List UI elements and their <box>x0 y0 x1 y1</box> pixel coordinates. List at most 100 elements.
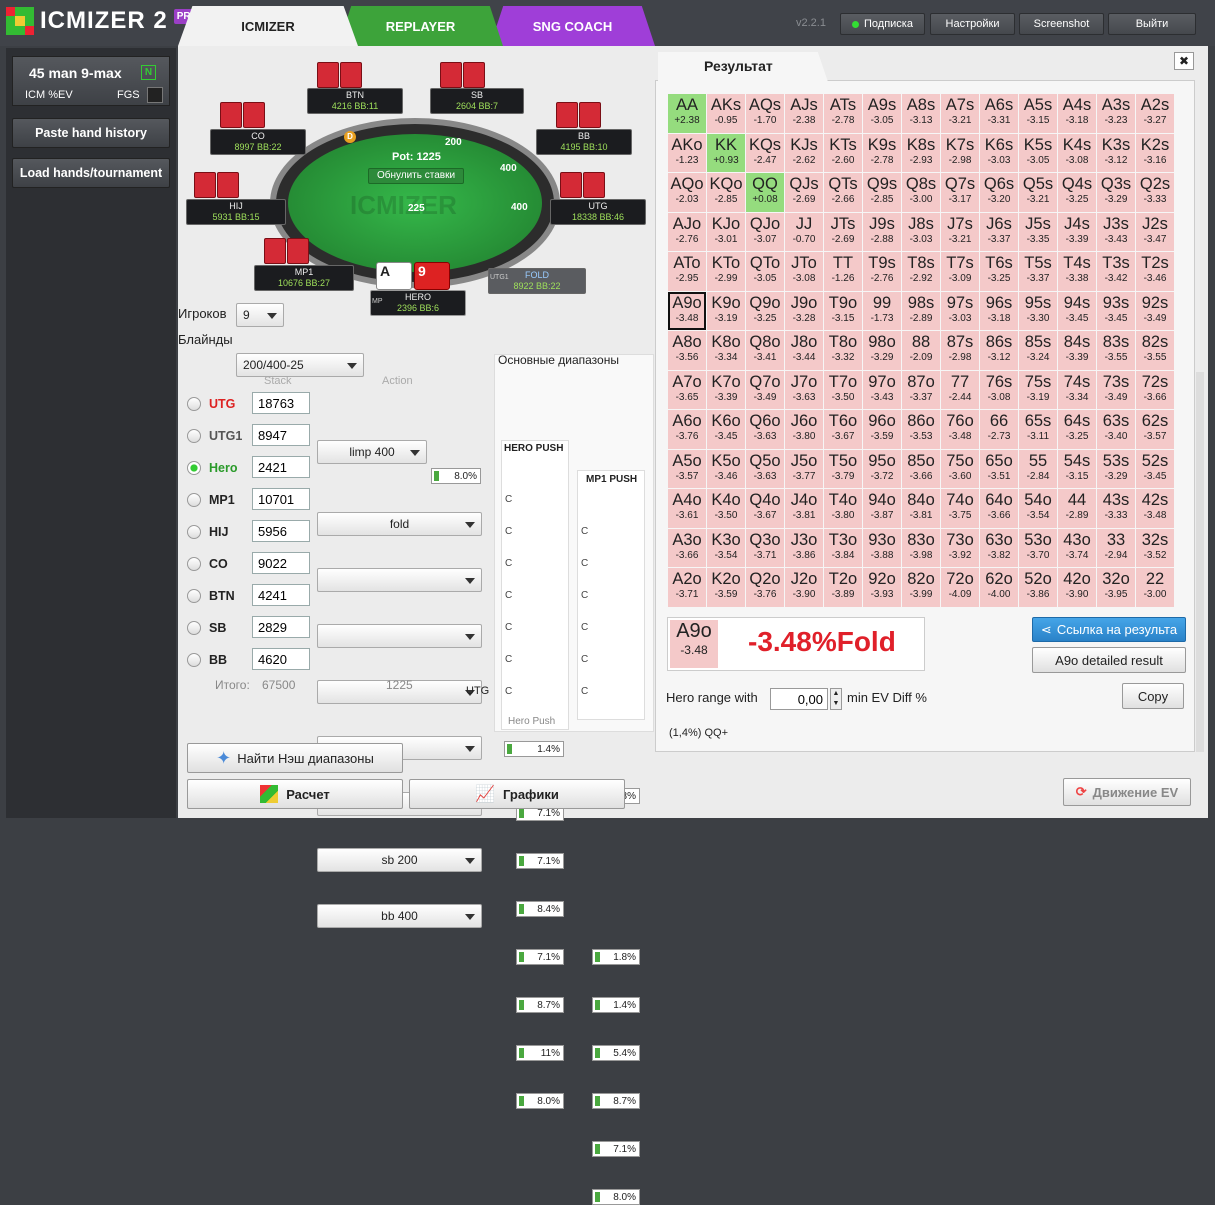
hero-push-range[interactable]: 1.4% <box>504 741 564 757</box>
copy-button[interactable]: Copy <box>1122 683 1184 709</box>
range-cell[interactable]: 73o -3.92 <box>941 528 979 567</box>
range-cell[interactable]: K8o -3.34 <box>707 331 745 370</box>
range-cell[interactable]: J2s -3.47 <box>1136 212 1174 251</box>
screenshot-button[interactable]: Screenshot <box>1019 13 1104 35</box>
range-cell[interactable]: 66 -2.73 <box>980 410 1018 449</box>
range-cell[interactable]: J7o -3.63 <box>785 370 823 409</box>
range-cell[interactable]: A4o -3.61 <box>668 489 706 528</box>
range-cell[interactable]: T3o -3.84 <box>824 528 862 567</box>
seat-utg1-folded[interactable]: FOLD 8922 BB:22 <box>488 268 586 294</box>
range-cell[interactable]: T7s -3.09 <box>941 252 979 291</box>
range-cell[interactable]: 53o -3.70 <box>1019 528 1057 567</box>
result-scrollbar[interactable] <box>1196 372 1204 752</box>
range-cell[interactable]: T5s -3.37 <box>1019 252 1057 291</box>
player-stack-input[interactable] <box>252 552 310 574</box>
subscription-button[interactable]: Подписка <box>840 13 925 35</box>
tournament-selector[interactable]: 45 man 9-max N ICM %EV FGS <box>12 56 170 106</box>
paste-hand-history-button[interactable]: Paste hand history <box>12 118 170 148</box>
range-cell[interactable]: Q8s -3.00 <box>902 173 940 212</box>
range-cell[interactable]: KQs -2.47 <box>746 133 784 172</box>
range-cell[interactable]: KJs -2.62 <box>785 133 823 172</box>
ev-movement-button[interactable]: ⟳ Движение EV <box>1063 778 1191 806</box>
player-radio[interactable] <box>187 557 201 571</box>
range-cell[interactable]: 84o -3.81 <box>902 489 940 528</box>
range-cell[interactable]: 42s -3.48 <box>1136 489 1174 528</box>
range-cell[interactable]: A8o -3.56 <box>668 331 706 370</box>
range-cell[interactable]: T8o -3.32 <box>824 331 862 370</box>
range-cell[interactable]: K9s -2.78 <box>863 133 901 172</box>
range-cell[interactable]: T2s -3.46 <box>1136 252 1174 291</box>
range-cell[interactable]: QQ +0.08 <box>746 173 784 212</box>
range-cell[interactable]: A4s -3.18 <box>1058 94 1096 133</box>
player-stack-input[interactable] <box>252 392 310 414</box>
range-cell[interactable]: J4o -3.81 <box>785 489 823 528</box>
range-cell[interactable]: T3s -3.42 <box>1097 252 1135 291</box>
range-cell[interactable]: J3s -3.43 <box>1097 212 1135 251</box>
range-cell[interactable]: 76s -3.08 <box>980 370 1018 409</box>
range-cell[interactable]: JJ -0.70 <box>785 212 823 251</box>
range-cell[interactable]: T5o -3.79 <box>824 449 862 488</box>
range-cell[interactable]: 82s -3.55 <box>1136 331 1174 370</box>
range-cell[interactable]: T2o -3.89 <box>824 568 862 607</box>
seat-hij[interactable]: HIJ 5931 BB:15 <box>186 199 286 225</box>
range-cell[interactable]: 22 -3.00 <box>1136 568 1174 607</box>
range-cell[interactable]: Q6o -3.63 <box>746 410 784 449</box>
range-cell[interactable]: J4s -3.39 <box>1058 212 1096 251</box>
range-cell[interactable]: J6s -3.37 <box>980 212 1018 251</box>
find-nash-button[interactable]: ✦ Найти Нэш диапазоны <box>187 743 403 773</box>
range-cell[interactable]: 62s -3.57 <box>1136 410 1174 449</box>
range-cell[interactable]: A2s -3.27 <box>1136 94 1174 133</box>
range-cell[interactable]: ATo -2.95 <box>668 252 706 291</box>
range-cell[interactable]: 94o -3.87 <box>863 489 901 528</box>
player-stack-input[interactable] <box>252 648 310 670</box>
range-cell[interactable]: 65o -3.51 <box>980 449 1018 488</box>
tab-icmizer[interactable]: ICMIZER <box>178 6 358 46</box>
range-cell[interactable]: KK +0.93 <box>707 133 745 172</box>
player-radio[interactable] <box>187 621 201 635</box>
mp1-call-range[interactable]: 5.4% <box>592 1045 640 1061</box>
blinds-select[interactable]: 200/400-25 <box>236 353 364 377</box>
range-cell[interactable]: K7o -3.39 <box>707 370 745 409</box>
range-cell[interactable]: 98o -3.29 <box>863 331 901 370</box>
range-cell[interactable]: A2o -3.71 <box>668 568 706 607</box>
seat-btn[interactable]: BTN 4216 BB:11 <box>307 88 403 114</box>
seat-hero[interactable]: HERO 2396 BB:6 <box>370 290 466 316</box>
player-stack-input[interactable] <box>252 456 310 478</box>
range-cell[interactable]: 32s -3.52 <box>1136 528 1174 567</box>
range-cell[interactable]: Q7o -3.49 <box>746 370 784 409</box>
range-cell[interactable]: 92o -3.93 <box>863 568 901 607</box>
range-cell[interactable]: Q6s -3.20 <box>980 173 1018 212</box>
range-cell[interactable]: 88 -2.09 <box>902 331 940 370</box>
player-radio[interactable] <box>187 589 201 603</box>
range-cell[interactable]: QTs -2.66 <box>824 173 862 212</box>
range-cell[interactable]: 63s -3.40 <box>1097 410 1135 449</box>
range-cell[interactable]: 55 -2.84 <box>1019 449 1057 488</box>
range-cell[interactable]: 96s -3.18 <box>980 291 1018 330</box>
range-cell[interactable]: 87o -3.37 <box>902 370 940 409</box>
range-cell[interactable]: T7o -3.50 <box>824 370 862 409</box>
range-cell[interactable]: 54o -3.54 <box>1019 489 1057 528</box>
range-cell[interactable]: A3s -3.23 <box>1097 94 1135 133</box>
range-cell[interactable]: AKo -1.23 <box>668 133 706 172</box>
seat-mp1[interactable]: MP1 10676 BB:27 <box>254 265 354 291</box>
range-cell[interactable]: J8s -3.03 <box>902 212 940 251</box>
range-cell[interactable]: 43o -3.74 <box>1058 528 1096 567</box>
range-cell[interactable]: QJo -3.07 <box>746 212 784 251</box>
range-cell[interactable]: 74s -3.34 <box>1058 370 1096 409</box>
player-action-select[interactable]: limp 400 <box>317 440 427 464</box>
range-cell[interactable]: 33 -2.94 <box>1097 528 1135 567</box>
seat-utg[interactable]: UTG 18338 BB:46 <box>550 199 646 225</box>
player-action-select[interactable] <box>317 624 482 648</box>
range-cell[interactable]: Q2o -3.76 <box>746 568 784 607</box>
range-cell[interactable]: 85s -3.24 <box>1019 331 1057 370</box>
range-cell[interactable]: K6s -3.03 <box>980 133 1018 172</box>
range-cell[interactable]: K3s -3.12 <box>1097 133 1135 172</box>
range-cell[interactable]: J9s -2.88 <box>863 212 901 251</box>
player-action-select[interactable]: bb 400 <box>317 904 482 928</box>
range-cell[interactable]: 83s -3.55 <box>1097 331 1135 370</box>
range-cell[interactable]: 63o -3.82 <box>980 528 1018 567</box>
range-cell[interactable]: 87s -2.98 <box>941 331 979 370</box>
range-cell[interactable]: 32o -3.95 <box>1097 568 1135 607</box>
seat-bb[interactable]: BB 4195 BB:10 <box>536 129 632 155</box>
tab-sng-coach[interactable]: SNG COACH <box>490 6 655 46</box>
